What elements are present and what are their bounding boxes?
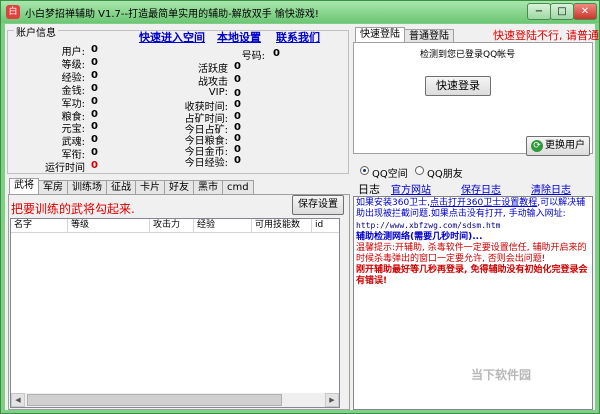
close-button[interactable]: ✕ bbox=[573, 3, 597, 20]
app-icon: 白 bbox=[6, 5, 20, 19]
generals-hint: 把要训练的武将勾起来. bbox=[11, 202, 135, 216]
generals-panel: 把要训练的武将勾起来. 保存设置 名字 等级 攻击力 经验 可用技能数 id ◀… bbox=[8, 194, 350, 410]
account-right-value: 0 bbox=[234, 155, 241, 166]
tab-cards[interactable]: 卡片 bbox=[135, 180, 165, 194]
app-window: 白 小白梦招禅辅助 V1.7--打造最简单实用的辅助-解放双手 愉快游戏! − … bbox=[0, 0, 600, 414]
log-label: 日志 bbox=[358, 183, 380, 196]
account-field-value: 0 bbox=[91, 95, 98, 107]
account-field-value: 0 bbox=[91, 44, 98, 55]
account-field-value: 0 bbox=[91, 56, 98, 68]
log-line: 如果安装360卫士, bbox=[356, 198, 431, 208]
log-paragraph: 温馨提示:开辅助, 杀毒软件一定要设置信任, 辅助开启来的时候杀毒弹出的窗口一定… bbox=[356, 243, 590, 265]
local-settings-link[interactable]: 本地设置 bbox=[217, 29, 261, 45]
account-field-value: 0 bbox=[91, 121, 98, 133]
log-line: http://www.xbfzwg.com/sdsm.htm bbox=[356, 221, 501, 230]
main-tabs: 武将 军房 训练场 征战 卡片 好友 黑市 cmd bbox=[9, 178, 254, 194]
title-bar[interactable]: 白 小白梦招禅辅助 V1.7--打造最简单实用的辅助-解放双手 愉快游戏! − … bbox=[1, 1, 599, 23]
login-notice: 快速登陆不行, 请普通 bbox=[493, 29, 599, 42]
scroll-right-arrow-icon[interactable]: ▶ bbox=[325, 393, 339, 407]
col-name[interactable]: 名字 bbox=[11, 219, 68, 233]
account-field-value: 0 bbox=[91, 82, 98, 94]
account-right-value: 0 bbox=[234, 74, 241, 85]
switch-user-label: 更换用户 bbox=[545, 140, 585, 151]
tab-barracks[interactable]: 军房 bbox=[38, 180, 68, 194]
tab-training[interactable]: 训练场 bbox=[67, 180, 107, 194]
account-field-value: 0 bbox=[91, 147, 98, 159]
tab-black-market[interactable]: 黑市 bbox=[193, 180, 223, 194]
login-detected-text: 检测到您已登录QQ帐号 bbox=[420, 50, 516, 60]
log-paragraph: http://www.xbfzwg.com/sdsm.htm bbox=[356, 220, 590, 232]
client-area: 账户信息 快速进入空间 本地设置 联系我们 快速登陆 普通登陆 快速登陆不行, … bbox=[5, 24, 599, 410]
tab-cmd[interactable]: cmd bbox=[222, 180, 254, 194]
contact-us-link[interactable]: 联系我们 bbox=[276, 29, 320, 45]
col-level[interactable]: 等级 bbox=[68, 219, 150, 233]
log-lines: 如果安装360卫士,点击打开360卫士设置教程,可以解决辅助出现被拦截问题.如果… bbox=[356, 198, 590, 287]
col-exp[interactable]: 经验 bbox=[194, 219, 252, 233]
scroll-left-arrow-icon[interactable]: ◀ bbox=[11, 393, 25, 407]
log-line: 辅助检测网络(需要几秒时间)... bbox=[356, 232, 483, 242]
horizontal-scrollbar[interactable]: ◀ ▶ bbox=[11, 393, 339, 407]
maximize-button[interactable]: □ bbox=[550, 3, 574, 20]
log-link[interactable]: 点击打开360卫士设置教程 bbox=[430, 198, 537, 208]
radio-qq-friends-label: QQ朋友 bbox=[427, 169, 463, 180]
account-right-value: 0 bbox=[234, 61, 241, 72]
account-right-label: 战攻击 bbox=[198, 77, 228, 88]
log-line: 温馨提示:开辅助, 杀毒软件一定要设置信任, 辅助开启来的时候杀毒弹出的窗口一定… bbox=[356, 243, 587, 264]
account-field-value: 0 bbox=[91, 160, 98, 172]
login-tabs: 快速登陆 普通登陆 bbox=[355, 27, 454, 43]
tab-generals[interactable]: 武将 bbox=[9, 178, 39, 194]
tab-friends[interactable]: 好友 bbox=[164, 180, 194, 194]
window-title: 小白梦招禅辅助 V1.7--打造最简单实用的辅助-解放双手 愉快游戏! bbox=[25, 9, 319, 20]
save-log-link[interactable]: 保存日志 bbox=[461, 181, 501, 196]
col-attack[interactable]: 攻击力 bbox=[150, 219, 194, 233]
tab-normal-login[interactable]: 普通登陆 bbox=[404, 29, 454, 43]
col-skills[interactable]: 可用技能数 bbox=[252, 219, 312, 233]
account-right-value: 0 bbox=[273, 48, 280, 59]
account-right-value: 0 bbox=[234, 99, 241, 110]
tab-quick-login[interactable]: 快速登陆 bbox=[355, 27, 405, 43]
account-right-value: 0 bbox=[234, 133, 241, 144]
col-id[interactable]: id bbox=[312, 219, 339, 233]
clear-log-link[interactable]: 清除日志 bbox=[531, 181, 571, 196]
radio-qzone[interactable] bbox=[360, 166, 369, 175]
account-field-value: 0 bbox=[91, 69, 98, 81]
account-field-value: 0 bbox=[91, 134, 98, 146]
watermark-text: 当下软件园 bbox=[471, 368, 532, 382]
generals-table[interactable]: 名字 等级 攻击力 经验 可用技能数 id ◀ ▶ bbox=[10, 218, 340, 408]
account-right-label: 今日经验: bbox=[184, 158, 228, 169]
refresh-icon: ⟳ bbox=[531, 140, 543, 152]
quick-enter-space-link[interactable]: 快速进入空间 bbox=[139, 29, 205, 45]
login-panel: 检测到您已登录QQ帐号 快速登录 ⟳ 更换用户 bbox=[353, 42, 593, 156]
radio-qzone-label: QQ空间 bbox=[372, 169, 408, 180]
account-right-value: 0 bbox=[234, 88, 241, 99]
account-right-label: VIP: bbox=[208, 87, 228, 98]
account-right-value: 0 bbox=[234, 122, 241, 133]
scroll-h-thumb[interactable] bbox=[27, 394, 282, 406]
account-right-value: 0 bbox=[234, 111, 241, 122]
official-site-link[interactable]: 官方网站 bbox=[391, 181, 431, 196]
switch-user-button[interactable]: ⟳ 更换用户 bbox=[526, 136, 590, 156]
log-paragraph: 辅助检测网络(需要几秒时间)... bbox=[356, 232, 590, 243]
quick-login-button[interactable]: 快速登录 bbox=[425, 76, 491, 96]
minimize-button[interactable]: − bbox=[527, 3, 551, 20]
log-line: 刚开辅助最好等几秒再登录, 免得辅助没有初始化完登录会有错误! bbox=[356, 265, 588, 286]
tab-campaign[interactable]: 征战 bbox=[106, 180, 136, 194]
account-right-value: 0 bbox=[234, 144, 241, 155]
generals-table-header: 名字 等级 攻击力 经验 可用技能数 id bbox=[11, 219, 339, 233]
save-settings-button[interactable]: 保存设置 bbox=[292, 195, 344, 215]
account-field-label: 运行时间 bbox=[45, 163, 85, 175]
log-paragraph: 如果安装360卫士,点击打开360卫士设置教程,可以解决辅助出现被拦截问题.如果… bbox=[356, 198, 590, 220]
account-group-title: 账户信息 bbox=[14, 24, 58, 39]
account-field-value: 0 bbox=[91, 108, 98, 120]
log-paragraph: 刚开辅助最好等几秒再登录, 免得辅助没有初始化完登录会有错误! bbox=[356, 265, 590, 287]
radio-qq-friends[interactable] bbox=[415, 166, 424, 175]
